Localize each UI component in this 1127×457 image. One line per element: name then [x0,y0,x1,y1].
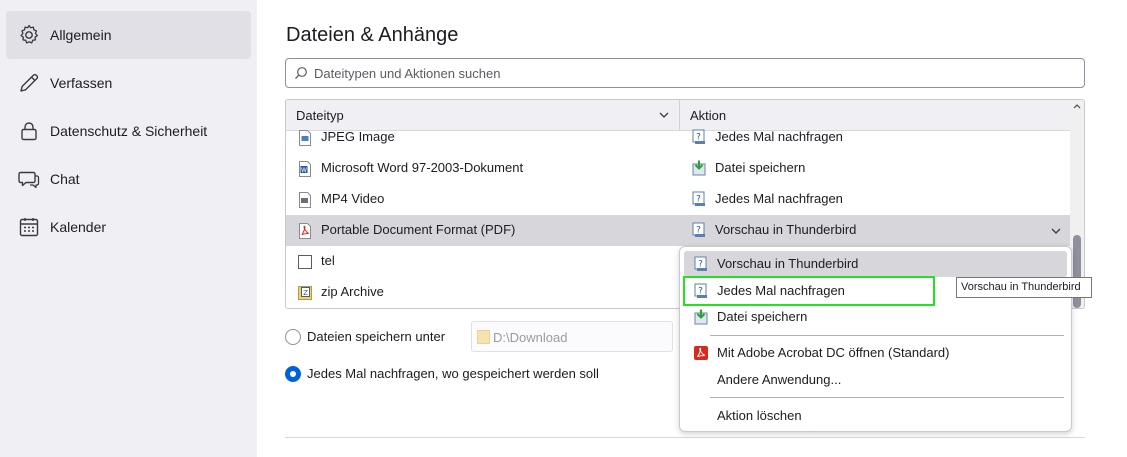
sidebar-item-chat[interactable]: Chat [6,155,251,203]
menu-item-adobe-acrobat[interactable]: Mit Adobe Acrobat DC öffnen (Standard) [684,340,1067,366]
ask-icon: ? [692,191,705,206]
gear-icon [20,24,38,44]
column-header-label: Dateityp [296,108,344,123]
search-input[interactable]: Dateitypen und Aktionen suchen [285,58,1085,88]
svg-text:Z: Z [303,289,308,297]
action-dropdown-menu[interactable]: ? Vorschau in Thunderbird ? Jedes Mal na… [679,246,1072,432]
menu-item-andere-anwendung[interactable]: Andere Anwendung... [684,367,1067,393]
save-file-icon [694,309,708,325]
sidebar-item-label: Verfassen [50,75,113,91]
radio-button-checked[interactable] [285,366,301,382]
video-file-icon [299,192,311,208]
divider [285,437,1085,438]
menu-item-vorschau[interactable]: ? Vorschau in Thunderbird [684,251,1067,277]
sidebar-item-label: Kalender [50,219,107,235]
menu-item-label: Vorschau in Thunderbird [717,256,859,271]
search-placeholder: Dateitypen und Aktionen suchen [314,66,501,81]
sidebar: Allgemein Verfassen Datenschutz & Sicher… [0,0,257,457]
file-type-name: JPEG Image [321,129,395,144]
page-title: Dateien & Anhänge [286,24,459,46]
sidebar-item-label: Datenschutz & Sicherheit [50,123,208,139]
action-name: Datei speichern [715,160,806,175]
acrobat-icon [694,346,708,360]
sidebar-item-allgemein[interactable]: Allgemein [6,11,251,59]
save-file-icon [692,160,706,176]
sidebar-item-kalender[interactable]: Kalender [6,203,251,251]
calendar-icon [19,218,39,237]
sort-chevron-icon [659,112,669,118]
ask-icon: ? [692,222,705,237]
blank-file-icon [298,255,312,269]
action-name: Vorschau in Thunderbird [715,222,857,237]
tooltip: Vorschau in Thunderbird [956,277,1092,298]
file-type-name: zip Archive [321,284,384,299]
table-row[interactable]: MP4 Video ? Jedes Mal nachfragen [286,184,1071,215]
sidebar-item-label: Allgemein [50,27,112,43]
file-type-name: Microsoft Word 97-2003-Dokument [321,160,524,175]
table-row-selected[interactable]: Portable Document Format (PDF) ? Vorscha… [286,215,1071,246]
menu-separator [710,397,1064,398]
word-file-icon: W [299,161,311,177]
action-name: Jedes Mal nachfragen [715,191,843,206]
menu-item-label: Aktion löschen [717,408,802,423]
chat-icon [18,171,40,189]
scroll-up-icon[interactable] [1073,103,1081,109]
image-file-icon [299,130,311,146]
file-type-name: MP4 Video [321,191,385,206]
action-name: Jedes Mal nachfragen [715,129,843,144]
column-header-label: Aktion [690,108,727,123]
menu-item-datei-speichern[interactable]: Datei speichern [684,304,1067,330]
search-icon [295,67,307,79]
menu-item-label: Mit Adobe Acrobat DC öffnen (Standard) [717,345,950,360]
download-folder-path: D:\Download [493,330,568,345]
ask-icon: ? [692,129,705,144]
radio-label: Dateien speichern unter [307,329,446,344]
table-row[interactable]: W Microsoft Word 97-2003-Dokument Datei … [286,153,1071,184]
file-type-name: tel [321,253,335,268]
ask-icon: ? [694,256,707,271]
highlight-box [683,276,935,306]
menu-separator [710,335,1064,336]
lock-icon [21,122,37,141]
download-folder-field[interactable]: D:\Download [471,321,673,352]
pencil-icon [20,73,39,92]
sidebar-item-datenschutz[interactable]: Datenschutz & Sicherheit [6,107,251,155]
chevron-down-icon[interactable] [1051,227,1061,235]
sidebar-item-verfassen[interactable]: Verfassen [6,59,251,107]
sidebar-item-label: Chat [50,171,80,187]
table-row[interactable]: JPEG Image ? Jedes Mal nachfragen [286,122,1071,153]
radio-button[interactable] [285,329,301,345]
folder-icon [477,330,490,344]
svg-text:W: W [301,167,307,174]
radio-label: Jedes Mal nachfragen, wo gespeichert wer… [307,366,599,381]
zip-file-icon: Z [298,286,312,300]
file-type-name: Portable Document Format (PDF) [321,222,516,237]
menu-item-label: Andere Anwendung... [717,372,842,387]
menu-item-aktion-loeschen[interactable]: Aktion löschen [684,403,1067,429]
pdf-file-icon [299,223,311,239]
menu-item-label: Datei speichern [717,309,808,324]
